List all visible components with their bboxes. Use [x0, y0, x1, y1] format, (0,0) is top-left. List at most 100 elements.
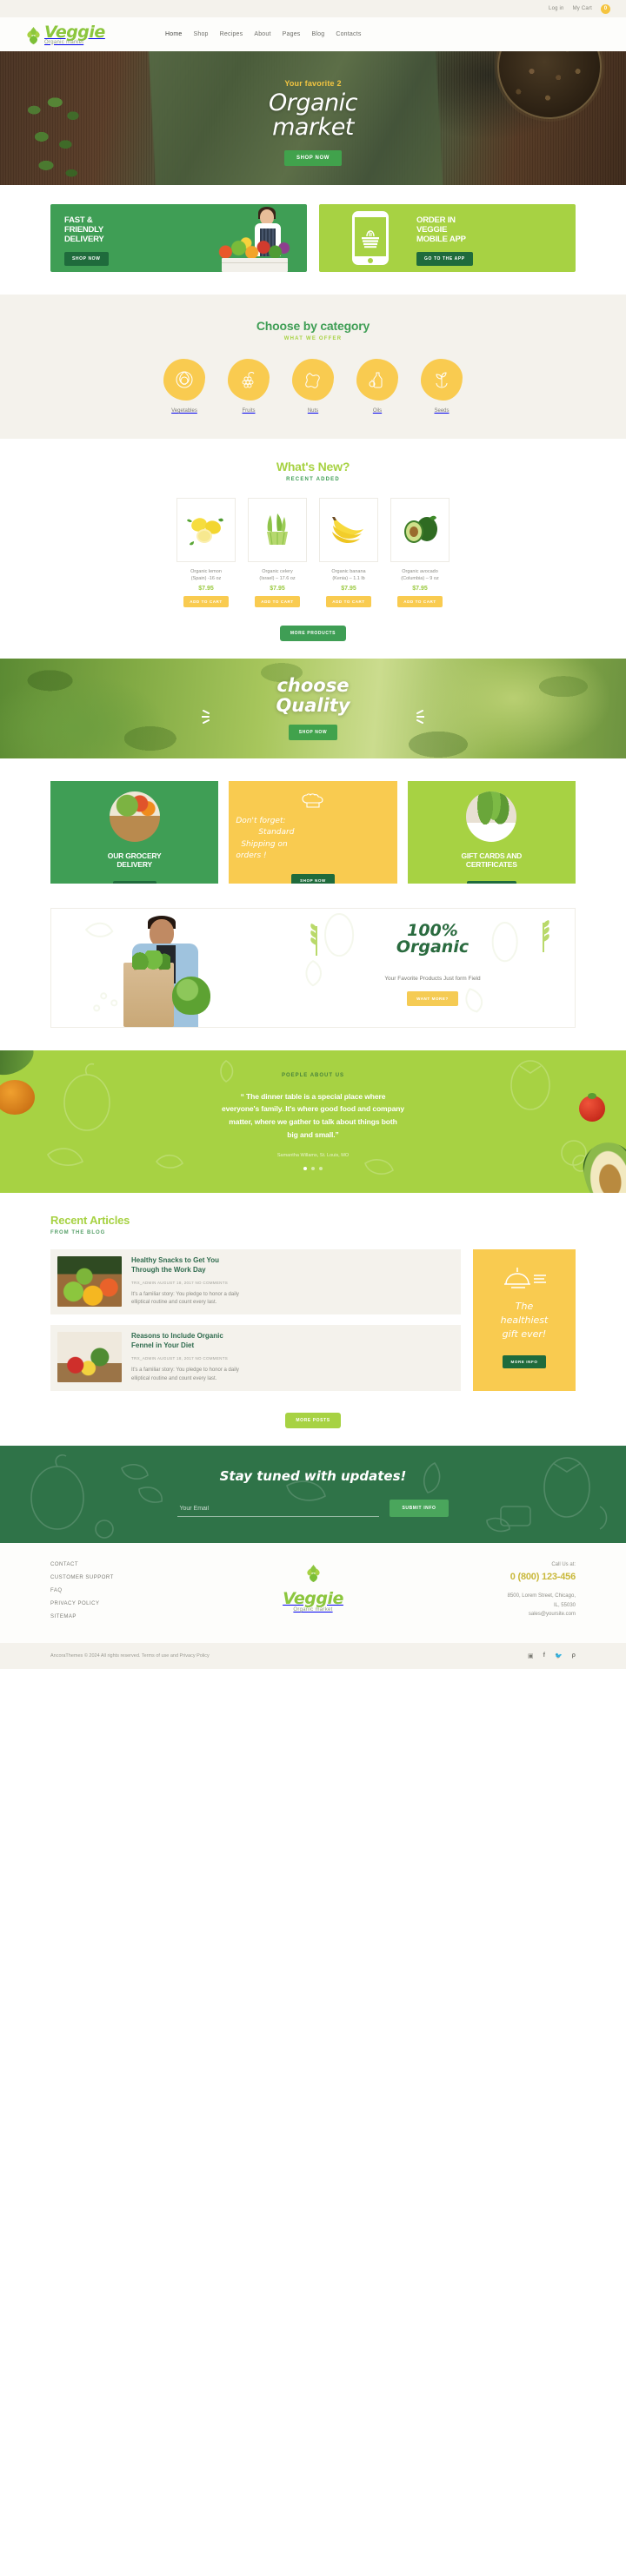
pagination-dot-1[interactable]	[303, 1167, 307, 1170]
promo-mobile-app-banner[interactable]: ORDER IN VEGGIE MOBILE APP GO TO THE APP	[319, 204, 576, 272]
social-links: ▣ f 🐦 ρ	[528, 1652, 576, 1659]
footer-link-sitemap[interactable]: SITEMAP	[50, 1614, 224, 1619]
celery-image	[248, 498, 307, 562]
quality-title-line2: Quality	[276, 694, 350, 716]
twitter-icon[interactable]: 🐦	[555, 1652, 563, 1659]
card-shipping-text: Don't forget: Standard Shipping on order…	[236, 816, 295, 861]
article-thumbnail-kitchen	[57, 1332, 122, 1383]
site-logo[interactable]: Veggie Organic market	[26, 23, 156, 45]
product-name-lemon: Organic lemon (Spain) -16 oz	[190, 569, 222, 582]
nav-item-pages[interactable]: Pages	[283, 31, 301, 37]
basket-icon	[362, 230, 379, 248]
avocado-illustration	[404, 515, 437, 543]
categories-list: Vegetables Fruits Nuts Oils Seeds	[0, 359, 626, 416]
peanut-icon	[292, 359, 334, 401]
add-to-cart-button-avocado[interactable]: ADD TO CART	[397, 595, 443, 607]
categories-title: Choose by category	[256, 319, 370, 333]
add-to-cart-button-celery[interactable]: ADD TO CART	[255, 595, 300, 607]
footer-link-faq[interactable]: FAQ	[50, 1588, 224, 1593]
promo-app-line1: ORDER IN	[416, 215, 456, 225]
newsletter-form: SUBMIT INFO	[0, 1499, 626, 1517]
category-item-fruits[interactable]: Fruits	[228, 359, 270, 416]
sprig-left-icon	[310, 923, 317, 956]
footer-email[interactable]: sales@yoursite.com	[529, 1612, 576, 1617]
nav-item-contacts[interactable]: Contacts	[336, 31, 361, 37]
sprig-right-icon	[542, 919, 549, 952]
cart-count-badge[interactable]: 0	[601, 3, 610, 14]
more-posts-button[interactable]: MORE POSTS	[285, 1412, 341, 1428]
footer-logo-name: Veggie	[283, 1588, 343, 1608]
article-meta-2: TRX_ADMIN AUGUST 18, 2017 NO COMMENTS	[131, 1355, 229, 1361]
promo-delivery-banner[interactable]: FAST & FRIENDLY DELIVERY SHOP NOW	[50, 204, 307, 272]
card-shipping-button[interactable]: SHOP NOW	[291, 873, 335, 884]
quality-shop-now-button[interactable]: SHOP NOW	[288, 724, 338, 740]
card-gift-button[interactable]: WANT MORE?	[466, 880, 516, 884]
promo-delivery-button[interactable]: SHOP NOW	[64, 251, 109, 266]
promo-app-line2: VEGGIE	[416, 224, 448, 235]
add-to-cart-button-lemon[interactable]: ADD TO CART	[183, 595, 229, 607]
pagination-dot-3[interactable]	[319, 1167, 323, 1170]
articles-promo-text: The healthiest gift ever!	[500, 1301, 549, 1340]
newsletter-email-input[interactable]	[177, 1501, 380, 1517]
hero-title-line1: Organic	[269, 89, 358, 117]
category-item-vegetables[interactable]: Vegetables	[163, 359, 205, 416]
hero-shop-now-button[interactable]: SHOP NOW	[283, 149, 343, 166]
nav-item-blog[interactable]: Blog	[312, 31, 325, 37]
newsletter-submit-button[interactable]: SUBMIT INFO	[390, 1499, 449, 1517]
nav-item-recipes[interactable]: Recipes	[220, 31, 243, 37]
nav-item-home[interactable]: Home	[165, 31, 182, 37]
category-label-nuts: Nuts	[307, 408, 319, 414]
phone-icon	[352, 211, 389, 265]
oil-bottle-icon	[356, 359, 398, 401]
articles-subtitle: FROM THE BLOG	[50, 1230, 106, 1235]
product-price-lemon: $7.95	[198, 585, 214, 592]
footer-links: CONTACT CUSTOMER SUPPORT FAQ PRIVACY POL…	[50, 1562, 224, 1627]
article-title-1: Healthy Snacks to Get You Through the Wo…	[131, 1256, 220, 1274]
card-grocery-button[interactable]: SHOP NOW	[112, 880, 156, 884]
footer-link-customer-support[interactable]: CUSTOMER SUPPORT	[50, 1575, 224, 1580]
footer-link-privacy-policy[interactable]: PRIVACY POLICY	[50, 1601, 224, 1606]
site-header: Veggie Organic market Home Shop Recipes …	[0, 17, 626, 51]
category-item-oils[interactable]: Oils	[356, 359, 398, 416]
login-link[interactable]: Log in	[549, 6, 564, 11]
promo-app-line3: MOBILE APP	[416, 234, 466, 244]
footer-address: 8500, Lorem Street, Chicago, IL, 55030 s…	[507, 1593, 576, 1618]
footer-logo[interactable]: Veggie Organic market	[224, 1562, 402, 1627]
category-item-seeds[interactable]: Seeds	[421, 359, 463, 416]
card-free-shipping[interactable]: Don't forget: Standard Shipping on order…	[229, 780, 397, 884]
articles-promo-card[interactable]: The healthiest gift ever! MORE INFO	[473, 1249, 576, 1391]
add-to-cart-button-banana[interactable]: ADD TO CART	[326, 595, 371, 607]
man-with-groceries-figure	[118, 915, 216, 1027]
organic-want-more-button[interactable]: WANT MORE?	[407, 991, 458, 1006]
article-item-organic-fennel[interactable]: Reasons to Include Organic Fennel in You…	[50, 1325, 461, 1391]
promo-banners: FAST & FRIENDLY DELIVERY SHOP NOW ORDER …	[0, 185, 626, 295]
product-card-avocado[interactable]: Organic avocado (Columbia) – 9 oz $7.95 …	[390, 498, 450, 607]
organic-subtitle: Your Favorite Products Just form Field	[384, 976, 481, 982]
instagram-icon[interactable]: ▣	[528, 1652, 534, 1659]
product-card-banana[interactable]: Organic banana (Kenia) – 1.1 lb $7.95 AD…	[319, 498, 378, 607]
products-subtitle: RECENT ADDED	[286, 477, 340, 482]
category-item-nuts[interactable]: Nuts	[292, 359, 334, 416]
celery-illustration	[267, 513, 288, 546]
footer-link-contact[interactable]: CONTACT	[50, 1562, 224, 1567]
my-cart-link[interactable]: My Cart	[573, 6, 592, 11]
articles-promo-button[interactable]: MORE INFO	[502, 1354, 547, 1368]
newsletter-section: Stay tuned with updates! SUBMIT INFO	[0, 1445, 626, 1543]
nav-item-shop[interactable]: Shop	[193, 31, 208, 37]
product-card-celery[interactable]: Organic celery (Israel) – 17.6 oz $7.95 …	[248, 498, 307, 607]
pagination-dot-2[interactable]	[311, 1167, 315, 1170]
card-grocery-delivery[interactable]: OUR GROCERY DELIVERY SHOP NOW	[50, 780, 219, 884]
card-gift-cards[interactable]: GIFT CARDS AND CERTIFICATES WANT MORE?	[407, 780, 576, 884]
quality-banner: choose Quality SHOP NOW	[0, 658, 626, 758]
product-card-lemon[interactable]: Organic lemon (Spain) -16 oz $7.95 ADD T…	[176, 498, 236, 607]
category-label-vegetables: Vegetables	[171, 408, 197, 414]
pinterest-icon[interactable]: ρ	[572, 1652, 576, 1659]
facebook-icon[interactable]: f	[543, 1652, 545, 1659]
promo-app-button[interactable]: GO TO THE APP	[416, 251, 473, 266]
product-price-avocado: $7.95	[412, 585, 428, 592]
article-item-healthy-snacks[interactable]: Healthy Snacks to Get You Through the Wo…	[50, 1249, 461, 1315]
nav-item-about[interactable]: About	[254, 31, 270, 37]
more-products-button[interactable]: MORE PRODUCTS	[279, 625, 347, 641]
category-label-fruits: Fruits	[242, 408, 256, 414]
footer-phone[interactable]: 0 (800) 123-456	[402, 1572, 576, 1582]
